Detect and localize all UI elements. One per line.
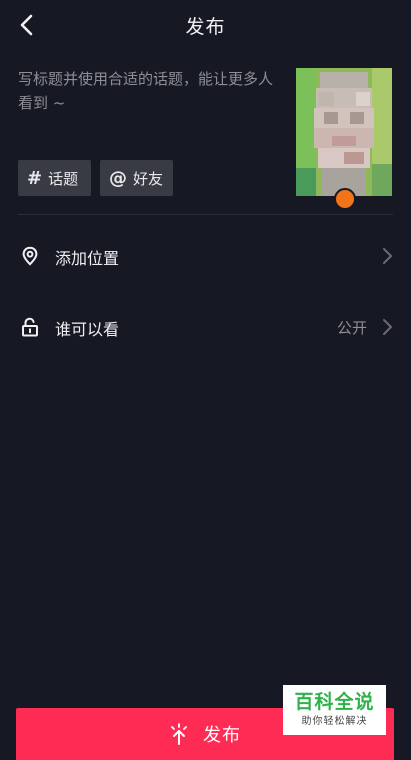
topic-tag-label: 话题: [48, 169, 79, 188]
mention-friend-label: 好友: [133, 169, 164, 188]
topic-tag-button[interactable]: # 话题: [18, 160, 91, 196]
cover-edit-badge: [334, 188, 356, 210]
location-pin-icon: [22, 246, 38, 266]
chevron-right-icon: [383, 319, 392, 335]
privacy-label: 谁可以看: [55, 320, 120, 339]
watermark-title: 百科全说: [294, 691, 375, 713]
unlock-icon: [22, 317, 38, 337]
divider: [18, 214, 393, 215]
cover-image: [296, 68, 392, 196]
at-icon: @: [109, 167, 127, 189]
privacy-row[interactable]: 谁可以看 公开: [0, 299, 411, 355]
chevron-right-icon: [383, 248, 392, 264]
add-location-label: 添加位置: [55, 249, 120, 268]
cover-thumbnail[interactable]: [296, 68, 392, 210]
watermark-logo: 百科全说 助你轻松解决: [283, 685, 386, 735]
sparkle-upload-icon: [171, 723, 187, 745]
privacy-value: 公开: [336, 319, 367, 337]
mention-friend-button[interactable]: @ 好友: [100, 160, 173, 196]
watermark-subtitle: 助你轻松解决: [301, 716, 368, 727]
hashtag-icon: #: [27, 167, 43, 189]
top-bar: 发布: [0, 0, 411, 52]
add-location-row[interactable]: 添加位置: [0, 228, 411, 284]
caption-input[interactable]: 写标题并使用合适的话题，能让更多人看到 ~: [18, 67, 280, 137]
publish-label: 发布: [203, 725, 241, 746]
page-title: 发布: [185, 16, 226, 38]
